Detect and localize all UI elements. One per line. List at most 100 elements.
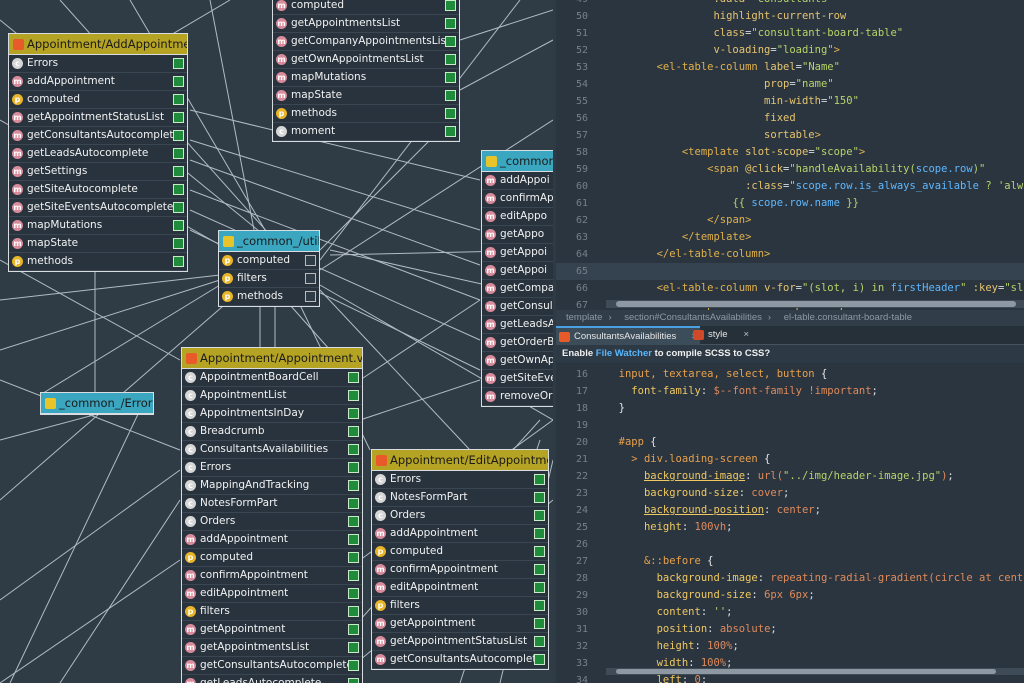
- link-port-icon[interactable]: [173, 238, 184, 249]
- link-port-icon[interactable]: [348, 624, 359, 635]
- link-port-icon[interactable]: [305, 273, 316, 284]
- link-port-icon[interactable]: [173, 220, 184, 231]
- member-row[interactable]: c Errors: [372, 471, 548, 489]
- close-icon[interactable]: ×: [743, 326, 749, 344]
- link-port-icon[interactable]: [348, 660, 359, 671]
- code-line[interactable]: 28 background-image: repeating-radial-gr…: [556, 570, 1024, 587]
- link-port-icon[interactable]: [173, 58, 184, 69]
- member-row[interactable]: m getLeadsA: [482, 316, 553, 334]
- code-line[interactable]: 57 sortable>: [556, 127, 1024, 144]
- code-line[interactable]: 65: [556, 263, 1024, 280]
- member-row[interactable]: m confirmAppointment: [372, 561, 548, 579]
- member-row[interactable]: p methods: [9, 253, 187, 271]
- member-row[interactable]: m removeOr: [482, 388, 553, 406]
- code-line[interactable]: 62 </span>: [556, 212, 1024, 229]
- member-row[interactable]: c moment: [273, 123, 459, 141]
- link-port-icon[interactable]: [534, 618, 545, 629]
- class-box-util[interactable]: _common_/util.js pcomputedpfilterspmetho…: [218, 230, 320, 307]
- member-row[interactable]: m getCompa: [482, 280, 553, 298]
- code-line[interactable]: 22 background-image: url("../img/header-…: [556, 468, 1024, 485]
- code-line[interactable]: 16 input, textarea, select, button {: [556, 366, 1024, 383]
- link-port-icon[interactable]: [445, 72, 456, 83]
- class-box-common[interactable]: _common_ maddAppoimconfirmApmeditAppomge…: [481, 150, 553, 407]
- member-row[interactable]: m getConsultantsAutocomplete: [182, 657, 362, 675]
- template-pane[interactable]: 49 :data="consultants"50 highlight-curre…: [556, 0, 1024, 328]
- link-port-icon[interactable]: [445, 108, 456, 119]
- member-row[interactable]: c AppointmentBoardCell: [182, 369, 362, 387]
- member-row[interactable]: p methods: [219, 288, 319, 306]
- link-port-icon[interactable]: [534, 510, 545, 521]
- member-row[interactable]: c ConsultantsAvailabilities: [182, 441, 362, 459]
- member-row[interactable]: p computed: [9, 91, 187, 109]
- code-line[interactable]: 27 &::before {: [556, 553, 1024, 570]
- link-port-icon[interactable]: [348, 534, 359, 545]
- class-box-add-appointment[interactable]: Appointment/AddAppointment.vue cErrorsma…: [8, 33, 188, 272]
- link-port-icon[interactable]: [445, 54, 456, 65]
- member-row[interactable]: p computed: [182, 549, 362, 567]
- link-port-icon[interactable]: [348, 372, 359, 383]
- link-port-icon[interactable]: [348, 588, 359, 599]
- member-row[interactable]: m getAppo: [482, 226, 553, 244]
- member-row[interactable]: m getAppointment: [372, 615, 548, 633]
- link-port-icon[interactable]: [534, 528, 545, 539]
- link-port-icon[interactable]: [348, 642, 359, 653]
- member-row[interactable]: m getConsultantsAutocomplete: [9, 127, 187, 145]
- member-row[interactable]: c NotesFormPart: [372, 489, 548, 507]
- class-box-errors[interactable]: _common_/Errors.js: [40, 392, 154, 415]
- class-box-edit-appointment[interactable]: Appointment/EditAppointment.vue cErrorsc…: [371, 449, 549, 670]
- member-row[interactable]: m getOwnAp: [482, 352, 553, 370]
- member-row[interactable]: p filters: [219, 270, 319, 288]
- link-port-icon[interactable]: [173, 202, 184, 213]
- code-line[interactable]: 24 background-position: center;: [556, 502, 1024, 519]
- link-port-icon[interactable]: [534, 582, 545, 593]
- member-row[interactable]: m getSiteEventsAutocomplete: [9, 199, 187, 217]
- style-pane[interactable]: 16 input, textarea, select, button {17 f…: [556, 366, 1024, 683]
- code-line[interactable]: 32 height: 100%;: [556, 638, 1024, 655]
- member-row[interactable]: c Breadcrumb: [182, 423, 362, 441]
- link-port-icon[interactable]: [305, 255, 316, 266]
- link-port-icon[interactable]: [534, 564, 545, 575]
- link-port-icon[interactable]: [173, 148, 184, 159]
- member-row[interactable]: m getSiteEve: [482, 370, 553, 388]
- code-line[interactable]: 25 height: 100vh;: [556, 519, 1024, 536]
- code-line[interactable]: 21 > div.loading-screen {: [556, 451, 1024, 468]
- member-row[interactable]: p methods: [273, 105, 459, 123]
- code-line[interactable]: 50 highlight-current-row: [556, 8, 1024, 25]
- code-line[interactable]: 61 {{ scope.row.name }}: [556, 195, 1024, 212]
- member-row[interactable]: m editAppointment: [372, 579, 548, 597]
- link-port-icon[interactable]: [173, 130, 184, 141]
- code-line[interactable]: 18 }: [556, 400, 1024, 417]
- member-row[interactable]: m getAppoi: [482, 244, 553, 262]
- link-port-icon[interactable]: [348, 606, 359, 617]
- member-row[interactable]: c AppointmentList: [182, 387, 362, 405]
- code-line[interactable]: 23 background-size: cover;: [556, 485, 1024, 502]
- link-port-icon[interactable]: [348, 462, 359, 473]
- member-row[interactable]: m getOwnAppointmentsList: [273, 51, 459, 69]
- dependency-diagram[interactable]: m computed m getAppointmentsList m getCompany…: [0, 0, 553, 683]
- member-row[interactable]: m computed: [273, 0, 459, 15]
- link-port-icon[interactable]: [348, 570, 359, 581]
- link-port-icon[interactable]: [173, 166, 184, 177]
- link-port-icon[interactable]: [445, 18, 456, 29]
- code-line[interactable]: 51 class="consultant-board-table": [556, 25, 1024, 42]
- member-row[interactable]: m confirmAp: [482, 190, 553, 208]
- file-watcher-link[interactable]: File Watcher: [596, 348, 652, 359]
- member-row[interactable]: m getAppointmentsList: [182, 639, 362, 657]
- member-row[interactable]: m getOrderB: [482, 334, 553, 352]
- member-row[interactable]: c AppointmentsInDay: [182, 405, 362, 423]
- member-row[interactable]: m getConsultantsAutocomplete: [372, 651, 548, 669]
- class-box-appointment[interactable]: Appointment/Appointment.vue c Appointment…: [181, 347, 363, 683]
- scrollbar-thumb[interactable]: [616, 301, 1016, 307]
- code-line[interactable]: 20 #app {: [556, 434, 1024, 451]
- code-line[interactable]: 26: [556, 536, 1024, 553]
- breadcrumb-item[interactable]: template: [566, 312, 602, 323]
- member-row[interactable]: m getSettings: [9, 163, 187, 181]
- code-line[interactable]: 60 :class="scope.row.is_always_available…: [556, 178, 1024, 195]
- member-row[interactable]: m getLeadsAutocomplete: [9, 145, 187, 163]
- member-row[interactable]: c NotesFormPart: [182, 495, 362, 513]
- link-port-icon[interactable]: [534, 636, 545, 647]
- link-port-icon[interactable]: [348, 498, 359, 509]
- link-port-icon[interactable]: [348, 444, 359, 455]
- link-port-icon[interactable]: [348, 516, 359, 527]
- member-row[interactable]: p computed: [219, 252, 319, 270]
